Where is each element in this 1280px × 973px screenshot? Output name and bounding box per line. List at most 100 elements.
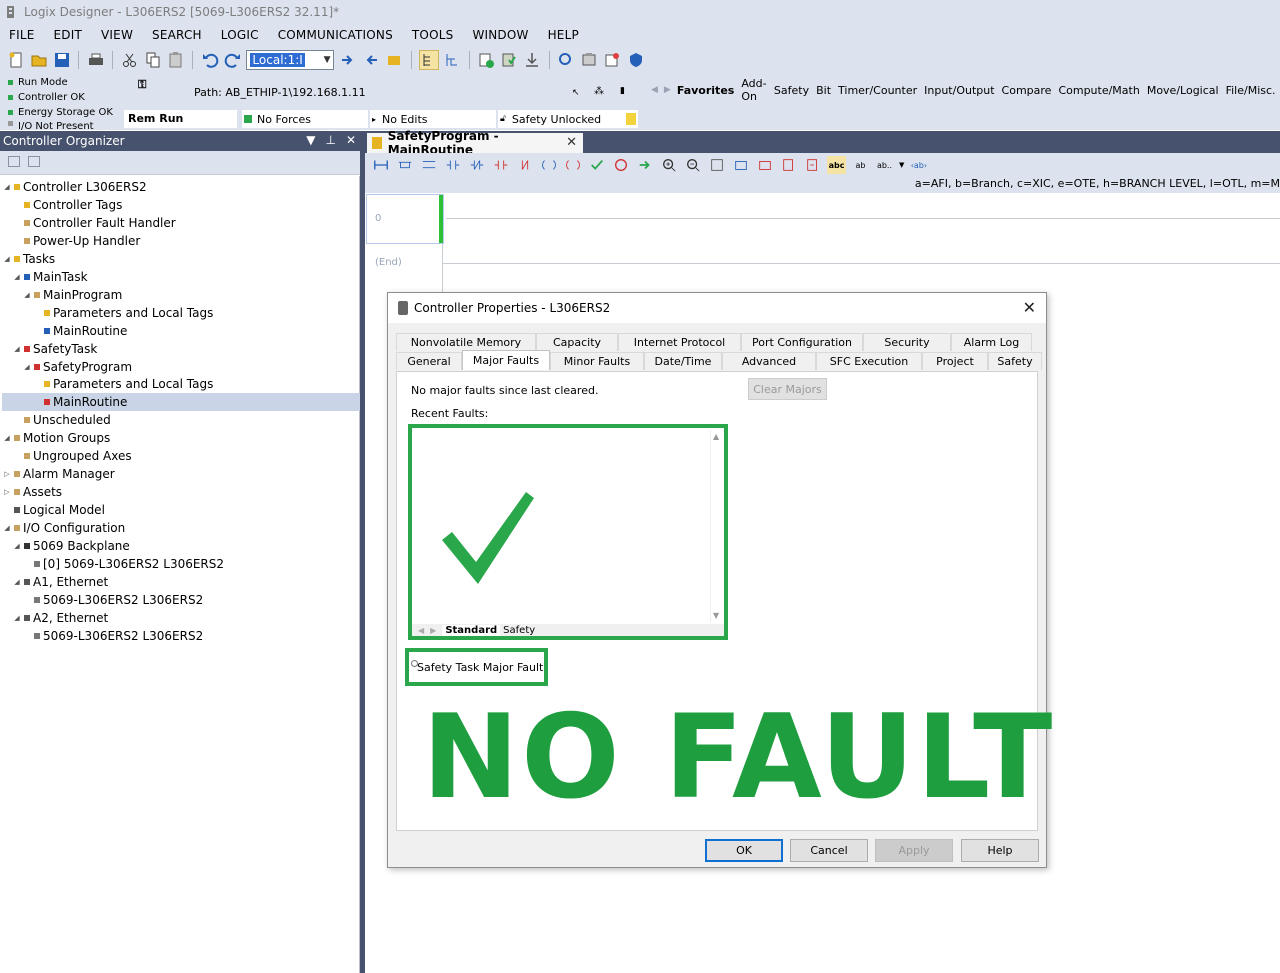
finalize-icon[interactable]	[611, 156, 630, 174]
tab-internet-protocol[interactable]: Internet Protocol	[618, 333, 741, 351]
undo-icon[interactable]	[200, 50, 219, 70]
tab-major-faults[interactable]: Major Faults	[462, 350, 550, 370]
instruction-tab-input-output[interactable]: Input/Output	[924, 84, 994, 97]
verify-routine-icon[interactable]	[587, 156, 606, 174]
browse-icon[interactable]	[603, 50, 622, 70]
chevron-down-icon[interactable]: ▼	[899, 161, 904, 169]
instruction-tab-compute-math[interactable]: Compute/Math	[1058, 84, 1139, 97]
verify-controller-icon[interactable]	[500, 50, 519, 70]
rung-icon[interactable]	[371, 156, 390, 174]
tree-node[interactable]: Power-Up Handler	[12, 232, 140, 250]
network-icon[interactable]: ⁂	[594, 86, 604, 97]
menu-communications[interactable]: COMMUNICATIONS	[275, 26, 396, 44]
close-icon[interactable]: ✕	[1023, 298, 1036, 317]
help-button[interactable]: Help	[961, 839, 1039, 862]
abc-display-icon[interactable]: abc	[827, 156, 846, 174]
clear-majors-button[interactable]: Clear Majors	[748, 378, 827, 400]
rung-0[interactable]: 0	[366, 194, 444, 244]
expander-icon[interactable]: ◢	[12, 578, 22, 586]
tree-node[interactable]: ▷ Alarm Manager	[2, 465, 114, 483]
expand-all-icon[interactable]	[28, 156, 40, 167]
tree-node[interactable]: ◢ MainTask	[12, 268, 87, 286]
cancel-button[interactable]: Cancel	[790, 839, 868, 862]
tree-node[interactable]: Controller Tags	[12, 196, 122, 214]
instruction-tab-safety[interactable]: Safety	[774, 84, 809, 97]
instruction-tab-timer-counter[interactable]: Timer/Counter	[838, 84, 917, 97]
scroll-left-icon[interactable]: ◀	[651, 85, 658, 95]
tree-view-icon[interactable]	[418, 50, 439, 70]
expander-icon[interactable]: ◢	[12, 345, 22, 353]
expander-icon[interactable]: ◢	[2, 434, 12, 442]
tab-security[interactable]: Security	[863, 333, 951, 351]
ab-tag-icon[interactable]: ‹ab›	[909, 156, 928, 174]
tree-node[interactable]: ◢ A2, Ethernet	[12, 609, 108, 627]
tree-node[interactable]: ◢ I/O Configuration	[2, 519, 125, 537]
tree-node[interactable]: ◢ Controller L306ERS2	[2, 178, 146, 196]
tree-node[interactable]: 5069-L306ERS2 L306ERS2	[22, 591, 203, 609]
expander-icon[interactable]: ◢	[2, 255, 12, 263]
fault-tab-safety[interactable]: Safety	[500, 625, 538, 636]
go-offline-icon[interactable]	[362, 50, 381, 70]
xio-icon[interactable]	[467, 156, 486, 174]
scroll-up-icon[interactable]: ▲	[713, 432, 719, 441]
close-icon[interactable]: ✕	[566, 135, 577, 150]
tree-node[interactable]: Parameters and Local Tags	[32, 304, 213, 322]
path-arrow-icon[interactable]: ↖	[572, 88, 580, 98]
tab-general[interactable]: General	[396, 352, 462, 370]
tab-advanced[interactable]: Advanced	[722, 352, 816, 370]
tree-node[interactable]: Ungrouped Axes	[12, 447, 132, 465]
menu-tools[interactable]: TOOLS	[409, 26, 457, 44]
tag-display-icon[interactable]: ab	[851, 156, 870, 174]
expander-icon[interactable]: ▷	[2, 470, 12, 478]
expander-icon[interactable]: ◢	[2, 183, 12, 191]
edit-rung-icon[interactable]	[779, 156, 798, 174]
instruction-tab-favorites[interactable]: Favorites	[677, 84, 734, 97]
tree-node[interactable]: MainRoutine	[32, 322, 127, 340]
menu-search[interactable]: SEARCH	[149, 26, 205, 44]
branch-icon[interactable]	[395, 156, 414, 174]
instruction-tab-move-logical[interactable]: Move/Logical	[1147, 84, 1219, 97]
tab-port-configuration[interactable]: Port Configuration	[741, 333, 863, 351]
tree-node[interactable]: ◢ Motion Groups	[2, 429, 110, 447]
tree-node[interactable]: ◢ MainProgram	[22, 286, 122, 304]
scroll-right-icon[interactable]: ▶	[664, 85, 671, 95]
instruction-tab-add-on[interactable]: Add-On	[741, 77, 767, 103]
path-combo-box[interactable]: Local:1:I ▼	[246, 50, 335, 70]
menu-help[interactable]: HELP	[545, 26, 582, 44]
vertical-scrollbar[interactable]: ▲ ▼	[710, 430, 722, 622]
expander-icon[interactable]: ▷	[2, 488, 12, 496]
tab-sfc-execution[interactable]: SFC Execution	[816, 352, 922, 370]
scroll-down-icon[interactable]: ▼	[713, 611, 719, 620]
redo-icon[interactable]	[223, 50, 242, 70]
open-project-icon[interactable]	[29, 50, 48, 70]
comment-icon[interactable]	[755, 156, 774, 174]
tree-node[interactable]: ◢ 5069 Backplane	[12, 537, 129, 555]
expander-icon[interactable]: ◢	[22, 291, 32, 299]
pin-icon[interactable]: ⊥	[325, 133, 335, 147]
copy-icon[interactable]	[143, 50, 162, 70]
paste-icon[interactable]	[166, 50, 185, 70]
tree-node[interactable]: Controller Fault Handler	[12, 214, 176, 232]
rung-view-icon[interactable]	[707, 156, 726, 174]
dropdown-icon[interactable]: ▼	[306, 133, 315, 147]
accept-edits-icon[interactable]	[803, 156, 822, 174]
scroll-right-icon[interactable]: ▶	[430, 626, 436, 635]
tab-project[interactable]: Project	[922, 352, 988, 370]
tree-node[interactable]: ◢ A1, Ethernet	[12, 573, 108, 591]
expander-icon[interactable]: ◢	[2, 524, 12, 532]
xic-icon[interactable]	[443, 156, 462, 174]
tree-node[interactable]: [0] 5069-L306ERS2 L306ERS2	[22, 555, 224, 573]
new-project-icon[interactable]	[6, 50, 25, 70]
verify-icon[interactable]	[477, 50, 496, 70]
tree-node[interactable]: ◢ SafetyProgram	[22, 358, 132, 376]
tree-node[interactable]: ◢ Tasks	[2, 250, 55, 268]
routine-tab[interactable]: SafetyProgram - MainRoutine ✕	[367, 129, 583, 157]
recent-faults-list[interactable]: ▲ ▼ ◀ ▶ Standard Safety	[408, 424, 728, 640]
who-active-icon[interactable]	[385, 50, 404, 70]
add-rung-icon[interactable]	[731, 156, 750, 174]
ok-button[interactable]: OK	[705, 839, 783, 862]
next-rung-icon[interactable]	[635, 156, 654, 174]
apply-button[interactable]: Apply	[875, 839, 953, 862]
ote-icon[interactable]	[539, 156, 558, 174]
expander-icon[interactable]: ◢	[12, 273, 22, 281]
